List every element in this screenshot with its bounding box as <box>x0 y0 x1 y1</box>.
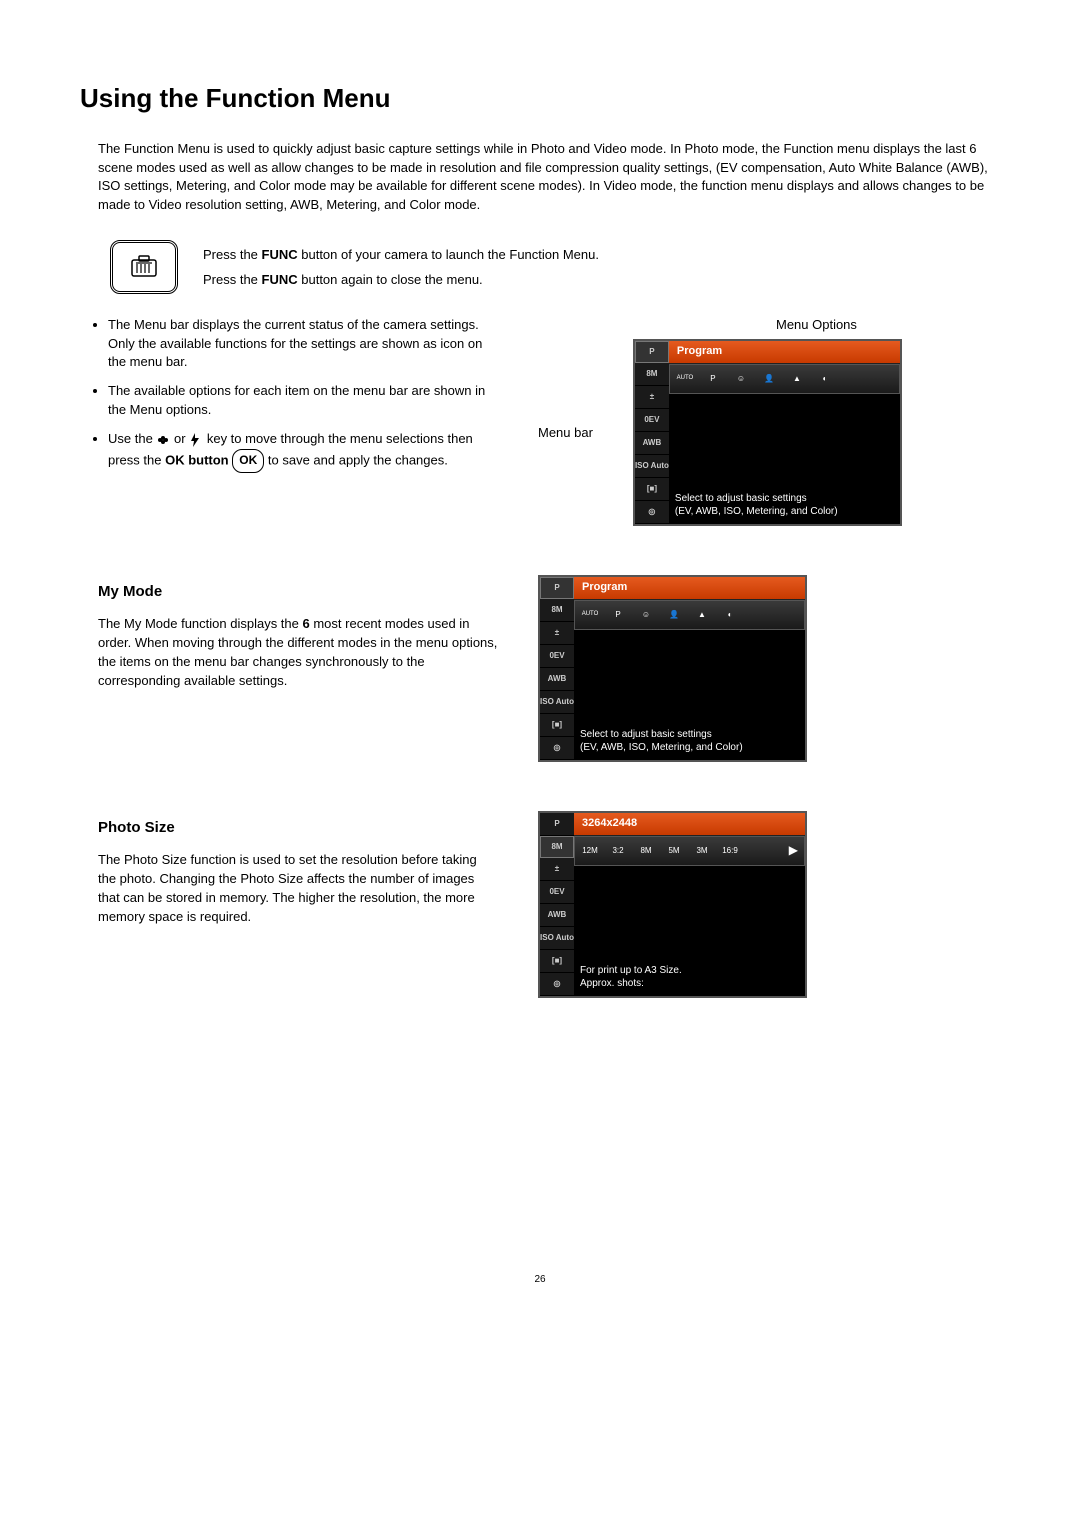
opt-auto-icon: AUTO <box>676 372 694 386</box>
mymode-text: The My Mode function displays the 6 most… <box>98 615 498 690</box>
photosize-heading: Photo Size <box>98 817 498 839</box>
mb-quality: ± <box>635 386 669 409</box>
opt-169: 16:9 <box>721 844 739 858</box>
bullet-3: Use the or key to move through the menu … <box>108 430 498 473</box>
mb-iso: ISO Auto <box>635 455 669 478</box>
opt-auto-icon: AUTO <box>581 608 599 622</box>
lcd3-options: 12M 3:2 8M 5M 3M 16:9 ▶ <box>574 836 805 866</box>
page-number: 26 <box>80 1273 1000 1288</box>
lcd-panel-2: P 8M ± 0EV AWB ISO Auto [■] ◎ Program AU… <box>538 575 807 762</box>
opt-5m: 5M <box>665 844 683 858</box>
mb-8m: 8M <box>635 363 669 386</box>
lcd2-menubar: P 8M ± 0EV AWB ISO Auto [■] ◎ <box>540 577 574 760</box>
lcd3-footer: For print up to A3 Size. Approx. shots: <box>574 960 805 996</box>
opt-sport-icon: ◐ <box>816 372 834 386</box>
menu-options-label: Menu Options <box>633 316 1000 335</box>
func-button-icon <box>110 240 178 294</box>
lcd3-menubar: P 8M ± 0EV AWB ISO Auto [■] ◎ <box>540 813 574 996</box>
opt-3m: 3M <box>693 844 711 858</box>
lcd2-title: Program <box>574 577 805 600</box>
lcd1-title: Program <box>669 341 900 364</box>
opt-portrait-icon: 👤 <box>665 608 683 622</box>
opt-smile-icon: ☺ <box>732 372 750 386</box>
lcd1-menubar: P 8M ± 0EV AWB ISO Auto [■] ◎ <box>635 341 669 524</box>
menu-bar-label: Menu bar <box>538 424 593 443</box>
lcd-panel-1: P 8M ± 0EV AWB ISO Auto [■] ◎ Program AU… <box>633 339 902 526</box>
opt-8m: 8M <box>637 844 655 858</box>
arrow-right-icon: ▶ <box>789 842 798 859</box>
func-instructions: Press the FUNC button of your camera to … <box>203 240 599 296</box>
opt-portrait-icon: 👤 <box>760 372 778 386</box>
mb-color: ◎ <box>635 501 669 524</box>
opt-sport-icon: ◐ <box>721 608 739 622</box>
lcd3-title: 3264x2448 <box>574 813 805 836</box>
opt-p-icon: P <box>704 372 722 386</box>
mb-p: P <box>635 341 669 363</box>
mb-metering: [■] <box>635 478 669 501</box>
opt-32: 3:2 <box>609 844 627 858</box>
mb-ev: 0EV <box>635 409 669 432</box>
photosize-text: The Photo Size function is used to set t… <box>98 851 498 926</box>
lcd1-options: AUTO P ☺ 👤 ▲ ◐ <box>669 364 900 394</box>
opt-landscape-icon: ▲ <box>788 372 806 386</box>
opt-12m: 12M <box>581 844 599 858</box>
ok-button-icon: OK <box>232 449 264 473</box>
opt-p-icon: P <box>609 608 627 622</box>
opt-smile-icon: ☺ <box>637 608 655 622</box>
macro-icon <box>156 433 170 447</box>
page-title: Using the Function Menu <box>80 80 1000 118</box>
flash-icon <box>189 433 203 447</box>
intro-paragraph: The Function Menu is used to quickly adj… <box>98 140 1000 215</box>
lcd2-options: AUTO P ☺ 👤 ▲ ◐ <box>574 600 805 630</box>
mymode-heading: My Mode <box>98 581 498 603</box>
bullet-list: The Menu bar displays the current status… <box>98 316 498 473</box>
lcd1-footer: Select to adjust basic settings (EV, AWB… <box>669 488 900 524</box>
opt-landscape-icon: ▲ <box>693 608 711 622</box>
bullet-2: The available options for each item on t… <box>108 382 498 420</box>
lcd2-footer: Select to adjust basic settings (EV, AWB… <box>574 724 805 760</box>
mb-awb: AWB <box>635 432 669 455</box>
bullet-1: The Menu bar displays the current status… <box>108 316 498 373</box>
lcd-panel-3: P 8M ± 0EV AWB ISO Auto [■] ◎ 3264x2448 … <box>538 811 807 998</box>
